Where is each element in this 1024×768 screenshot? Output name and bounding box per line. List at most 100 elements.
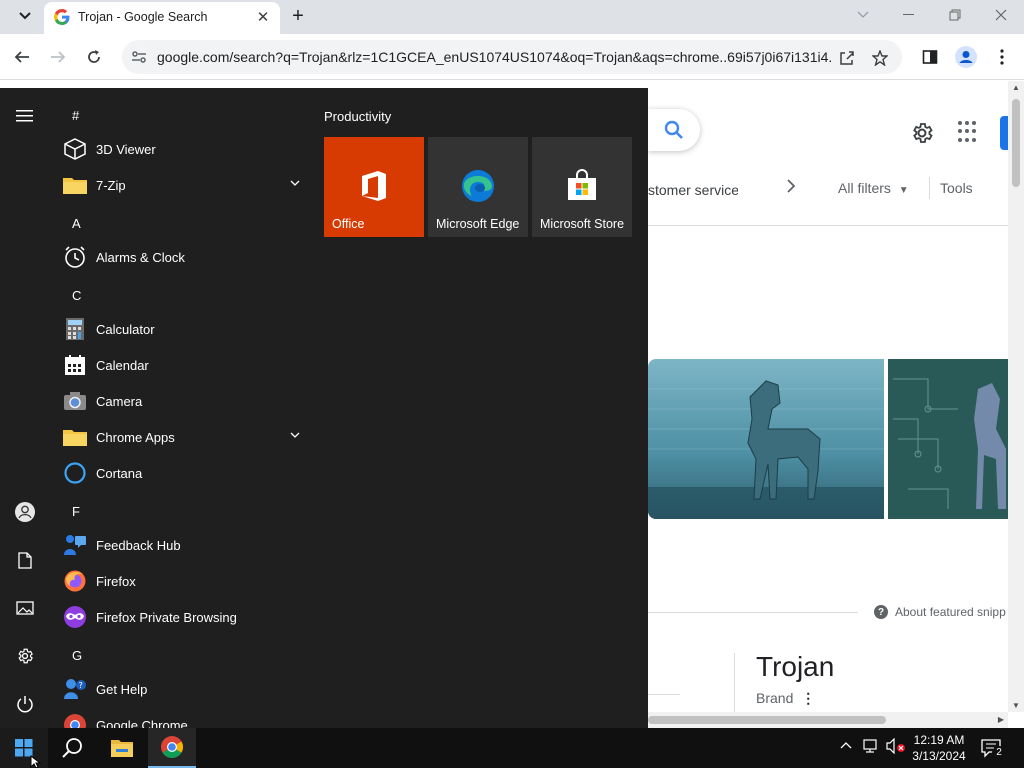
knowledge-panel-subtitle: Brand ⋮ <box>756 690 815 707</box>
divider <box>734 653 735 712</box>
app-item-feedback-hub[interactable]: Feedback Hub <box>62 527 312 563</box>
app-item-calendar[interactable]: Calendar <box>62 347 312 383</box>
app-item-alarms-clock[interactable]: Alarms & Clock <box>62 239 312 275</box>
taskbar-search-button[interactable] <box>48 728 96 768</box>
app-item-cortana[interactable]: Cortana <box>62 455 312 491</box>
tile-office[interactable]: Office <box>324 137 424 237</box>
network-icon[interactable] <box>862 738 880 757</box>
trojan-circuit-image[interactable] <box>888 359 1008 519</box>
app-item-calculator[interactable]: Calculator <box>62 311 312 347</box>
vertical-scrollbar[interactable]: ▲ ▼ <box>1008 81 1024 712</box>
trojan-horse-image[interactable] <box>648 359 884 519</box>
chevron-down-icon[interactable] <box>290 430 300 440</box>
more-vertical-icon[interactable]: ⋮ <box>801 690 815 706</box>
action-center-button[interactable]: 2 <box>980 738 1006 760</box>
share-icon[interactable] <box>837 48 857 68</box>
tile-microsoft-store[interactable]: Microsoft Store <box>532 137 632 237</box>
site-info-icon[interactable] <box>130 48 148 66</box>
taskbar: 12:19 AM 3/13/2024 2 <box>0 728 1024 768</box>
scroll-right-icon[interactable]: ▶ <box>998 715 1004 724</box>
close-window-button[interactable] <box>986 4 1016 26</box>
forward-button[interactable] <box>46 45 70 69</box>
group-letter[interactable]: # <box>72 108 79 123</box>
folder-icon <box>62 424 88 450</box>
desktop-screen: { "browser": { "tab": { "title": "Trojan… <box>0 0 1024 768</box>
feedback-icon <box>62 532 88 558</box>
chevron-up-icon[interactable] <box>840 738 852 752</box>
browser-toolbar: google.com/search?q=Trojan&rlz=1C1GCEA_e… <box>0 34 1024 80</box>
back-button[interactable] <box>10 45 34 69</box>
clock-date: 3/13/2024 <box>912 749 966 763</box>
bookmark-star-icon[interactable] <box>870 48 890 68</box>
google-apps-icon[interactable] <box>958 121 980 143</box>
chevron-down-icon[interactable] <box>290 178 300 188</box>
caret-down-icon: ▼ <box>898 185 909 196</box>
scroll-down-icon[interactable]: ▼ <box>1012 701 1020 710</box>
user-account-icon[interactable] <box>13 500 37 524</box>
browser-tab-active[interactable]: Trojan - Google Search ✕ <box>44 2 280 34</box>
notification-count-badge: 2 <box>992 746 1006 760</box>
reload-button[interactable] <box>82 45 106 69</box>
search-filter-chip[interactable]: stomer service <box>648 173 738 207</box>
settings-gear-icon[interactable] <box>13 644 37 668</box>
taskbar-file-explorer[interactable] <box>98 728 146 768</box>
horizontal-scroll-thumb[interactable] <box>648 716 886 724</box>
app-item-firefox-private[interactable]: Firefox Private Browsing <box>62 599 312 635</box>
search-button[interactable] <box>648 109 700 151</box>
search-icon <box>62 738 82 758</box>
more-menu-icon[interactable] <box>990 45 1014 69</box>
system-clock[interactable]: 12:19 AM 3/13/2024 <box>910 732 968 764</box>
group-letter[interactable]: G <box>72 648 82 663</box>
sign-in-button[interactable] <box>1000 116 1008 150</box>
chevron-down-icon[interactable] <box>848 4 878 26</box>
browser-tab-strip: Trojan - Google Search ✕ + <box>0 0 1024 34</box>
tile-microsoft-edge[interactable]: Microsoft Edge <box>428 137 528 237</box>
all-filters-button[interactable]: All filters ▼ <box>838 180 909 196</box>
divider <box>648 225 1008 226</box>
app-item-3d-viewer[interactable]: 3D Viewer <box>62 131 312 167</box>
chrome-icon <box>62 712 88 728</box>
tools-button[interactable]: Tools <box>940 180 973 196</box>
address-bar[interactable]: google.com/search?q=Trojan&rlz=1C1GCEA_e… <box>122 40 902 74</box>
new-tab-button[interactable]: + <box>286 4 310 28</box>
tab-search-button[interactable] <box>12 5 38 27</box>
chevron-right-icon[interactable] <box>786 179 796 198</box>
clock-icon <box>62 244 88 270</box>
divider <box>929 177 930 199</box>
profile-avatar[interactable] <box>954 45 978 69</box>
vertical-scroll-thumb[interactable] <box>1012 99 1020 187</box>
hamburger-menu-icon[interactable] <box>13 104 37 128</box>
cortana-icon <box>62 460 88 486</box>
horizontal-scrollbar[interactable]: ▶ <box>648 712 1008 728</box>
about-featured-snippets-link[interactable]: ? About featured snipp <box>874 605 1006 619</box>
minimize-button[interactable] <box>894 4 924 26</box>
calculator-icon <box>62 316 88 342</box>
settings-gear-icon[interactable] <box>910 121 934 145</box>
power-icon[interactable] <box>13 692 37 716</box>
folder-icon <box>62 172 88 198</box>
documents-icon[interactable] <box>13 548 37 572</box>
volume-muted-icon[interactable] <box>886 737 906 757</box>
group-letter[interactable]: C <box>72 288 81 303</box>
group-letter[interactable]: F <box>72 504 80 519</box>
app-item-camera[interactable]: Camera <box>62 383 312 419</box>
side-panel-icon[interactable] <box>918 45 942 69</box>
clock-time: 12:19 AM <box>913 733 965 747</box>
app-item-7-zip[interactable]: 7-Zip <box>62 167 312 203</box>
app-item-google-chrome[interactable]: Google Chrome <box>62 707 312 728</box>
group-letter[interactable]: A <box>72 216 81 231</box>
pictures-icon[interactable] <box>13 596 37 620</box>
office-icon <box>362 171 386 201</box>
scroll-up-icon[interactable]: ▲ <box>1012 83 1020 92</box>
app-item-get-help[interactable]: ? Get Help <box>62 671 312 707</box>
restore-button[interactable] <box>940 4 970 26</box>
all-filters-label: All filters <box>838 180 891 196</box>
kp-subtitle-text: Brand <box>756 690 794 706</box>
taskbar-chrome[interactable] <box>148 728 196 768</box>
tab-close-icon[interactable]: ✕ <box>254 8 272 26</box>
divider <box>648 612 858 613</box>
search-icon <box>664 120 683 139</box>
app-item-firefox[interactable]: Firefox <box>62 563 312 599</box>
app-item-chrome-apps[interactable]: Chrome Apps <box>62 419 312 455</box>
tiles-group-heading[interactable]: Productivity <box>324 109 391 124</box>
